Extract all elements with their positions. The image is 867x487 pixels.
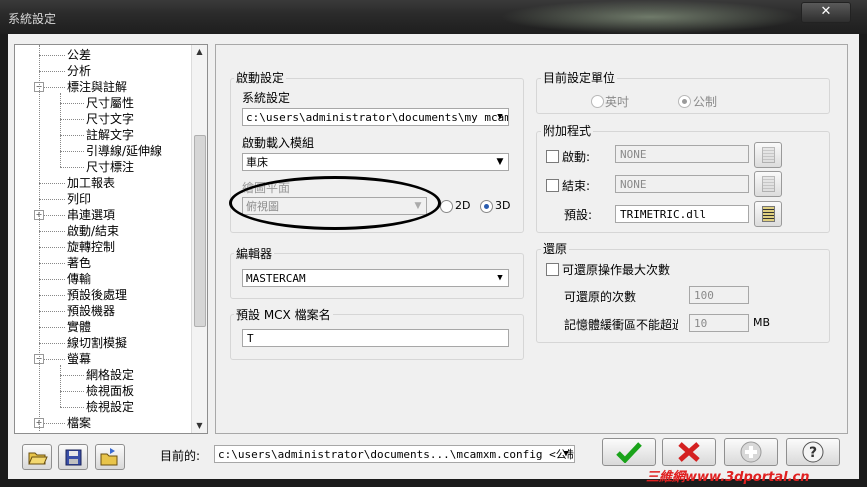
scroll-up-icon[interactable]: ▲ xyxy=(192,45,207,59)
addins-group-label: 附加程式 xyxy=(541,122,594,139)
default-addin-label: 預設: xyxy=(564,208,593,222)
settings-tree[interactable]: 公差 分析 標注與註解 − 尺寸屬性 尺寸文字 註解文字 引導線/延伸線 尺寸標注 加工報表 列印串… xyxy=(14,44,208,434)
tree-item[interactable]: 檔案 xyxy=(67,415,91,431)
tree-item[interactable]: 尺寸屬性 xyxy=(86,95,134,111)
editor-dropdown[interactable]: MASTERCAM ▼ xyxy=(242,269,509,287)
annotation-ellipse xyxy=(229,176,441,230)
tree-item[interactable]: 螢幕 xyxy=(67,351,91,367)
tree-item[interactable]: 檢視設定 xyxy=(86,399,134,415)
max-undo-checkbox[interactable] xyxy=(546,263,559,276)
memory-unit: MB xyxy=(753,316,771,329)
chevron-down-icon: ▼ xyxy=(497,273,503,283)
config-label: 系統設定 xyxy=(242,91,291,105)
exit-addin-checkbox[interactable] xyxy=(546,179,559,192)
open-folder-button[interactable] xyxy=(22,444,52,470)
mcx-filename-input[interactable]: T xyxy=(242,329,509,347)
tree-item[interactable]: 傳輸 xyxy=(67,271,91,287)
memory-input: 10 xyxy=(689,314,749,332)
tree-item[interactable]: 引導線/延伸線 xyxy=(86,143,162,159)
config-dropdown[interactable]: c:\users\administrator\documents\my mcam… xyxy=(242,108,509,126)
checkmark-icon xyxy=(616,442,642,464)
chevron-down-icon: ▼ xyxy=(497,112,503,122)
save-icon xyxy=(65,449,82,466)
tree-item[interactable]: 標注與註解 xyxy=(67,79,127,95)
startup-addin-checkbox[interactable] xyxy=(546,150,559,163)
chevron-down-icon: ▼ xyxy=(563,449,569,459)
browse-startup-button[interactable] xyxy=(754,142,782,168)
default-addin-input[interactable]: TRIMETRIC.dll xyxy=(615,205,749,223)
max-undo-label: 可還原操作最大次數 xyxy=(562,263,671,277)
startup-addin-label: 啟動: xyxy=(562,150,591,164)
radio-2d[interactable] xyxy=(440,200,453,213)
help-icon: ? xyxy=(802,441,824,463)
document-icon xyxy=(762,147,775,163)
exit-addin-label: 結束: xyxy=(562,179,591,193)
close-button[interactable]: ✕ xyxy=(801,2,851,23)
tree-item[interactable]: 預設機器 xyxy=(67,303,115,319)
tree-item[interactable]: 預設後處理 xyxy=(67,287,127,303)
tree-item[interactable]: 串連選項 xyxy=(67,207,115,223)
tree-item[interactable]: 列印 xyxy=(67,191,91,207)
mcx-group-label: 預設 MCX 檔案名 xyxy=(234,306,333,323)
startup-addin-input: NONE xyxy=(615,145,749,163)
document-icon xyxy=(762,176,775,192)
radio-inch[interactable] xyxy=(591,95,604,108)
tree-item[interactable]: 旋轉控制 xyxy=(67,239,115,255)
browse-exit-button[interactable] xyxy=(754,171,782,197)
svg-text:?: ? xyxy=(809,445,817,461)
tree-item[interactable]: 檢視面板 xyxy=(86,383,134,399)
tree-item[interactable]: 實體 xyxy=(67,319,91,335)
radio-metric-label: 公制 xyxy=(693,95,718,109)
tree-item[interactable]: 網格設定 xyxy=(86,367,134,383)
chevron-down-icon: ▼ xyxy=(496,157,504,167)
radio-2d-label: 2D xyxy=(455,199,471,212)
target-label: 目前的: xyxy=(160,449,201,463)
scroll-down-icon[interactable]: ▼ xyxy=(192,419,207,433)
undo-count-label: 可還原的次數 xyxy=(564,290,637,304)
radio-3d-label: 3D xyxy=(495,199,511,212)
tree-item[interactable]: 加工報表 xyxy=(67,175,115,191)
module-label: 啟動載入模組 xyxy=(242,136,315,150)
radio-metric[interactable] xyxy=(678,95,691,108)
memory-label: 記憶體緩衝區不能超過 xyxy=(564,318,678,332)
module-dropdown[interactable]: 車床 ▼ xyxy=(242,153,509,171)
undo-count-input: 100 xyxy=(689,286,749,304)
help-button[interactable]: ? xyxy=(786,438,840,466)
tree-item[interactable]: 分析 xyxy=(67,63,91,79)
tree-item[interactable]: 啟動/結束 xyxy=(67,223,119,239)
tree-item[interactable]: 公差 xyxy=(67,47,91,63)
tree-scrollbar[interactable]: ▲ ▼ xyxy=(191,45,207,433)
units-group-label: 目前設定單位 xyxy=(541,69,618,86)
cross-icon xyxy=(678,442,700,462)
window-title: 系統設定 xyxy=(8,12,57,26)
radio-inch-label: 英吋 xyxy=(605,95,630,109)
editor-group-label: 編輯器 xyxy=(234,245,275,262)
apply-button[interactable] xyxy=(724,438,778,466)
startup-group-label: 啟動設定 xyxy=(234,69,287,86)
tree-item[interactable]: 著色 xyxy=(67,255,91,271)
watermark-text: 三維網www.3dportal.cn xyxy=(646,470,810,485)
ok-button[interactable] xyxy=(602,438,656,466)
plus-circle-icon xyxy=(740,441,762,463)
document-icon xyxy=(762,206,775,222)
title-bar: 系統設定 ✕ xyxy=(0,0,867,34)
tree-item[interactable]: 線切割模擬 xyxy=(67,335,127,351)
folder-open-icon xyxy=(28,452,48,465)
target-dropdown[interactable]: c:\users\administrator\documents...\mcam… xyxy=(214,445,575,463)
scroll-thumb[interactable] xyxy=(194,135,206,327)
folder-arrow-icon xyxy=(100,448,118,466)
radio-3d[interactable] xyxy=(480,200,493,213)
cancel-button[interactable] xyxy=(662,438,716,466)
restore-group-label: 還原 xyxy=(541,240,570,257)
tree-item[interactable]: 尺寸文字 xyxy=(86,111,134,127)
tree-item[interactable]: 註解文字 xyxy=(86,127,134,143)
import-button[interactable] xyxy=(95,444,125,470)
tree-item[interactable]: 尺寸標注 xyxy=(86,159,134,175)
browse-default-button[interactable] xyxy=(754,201,782,227)
exit-addin-input: NONE xyxy=(615,175,749,193)
save-button[interactable] xyxy=(58,444,88,470)
